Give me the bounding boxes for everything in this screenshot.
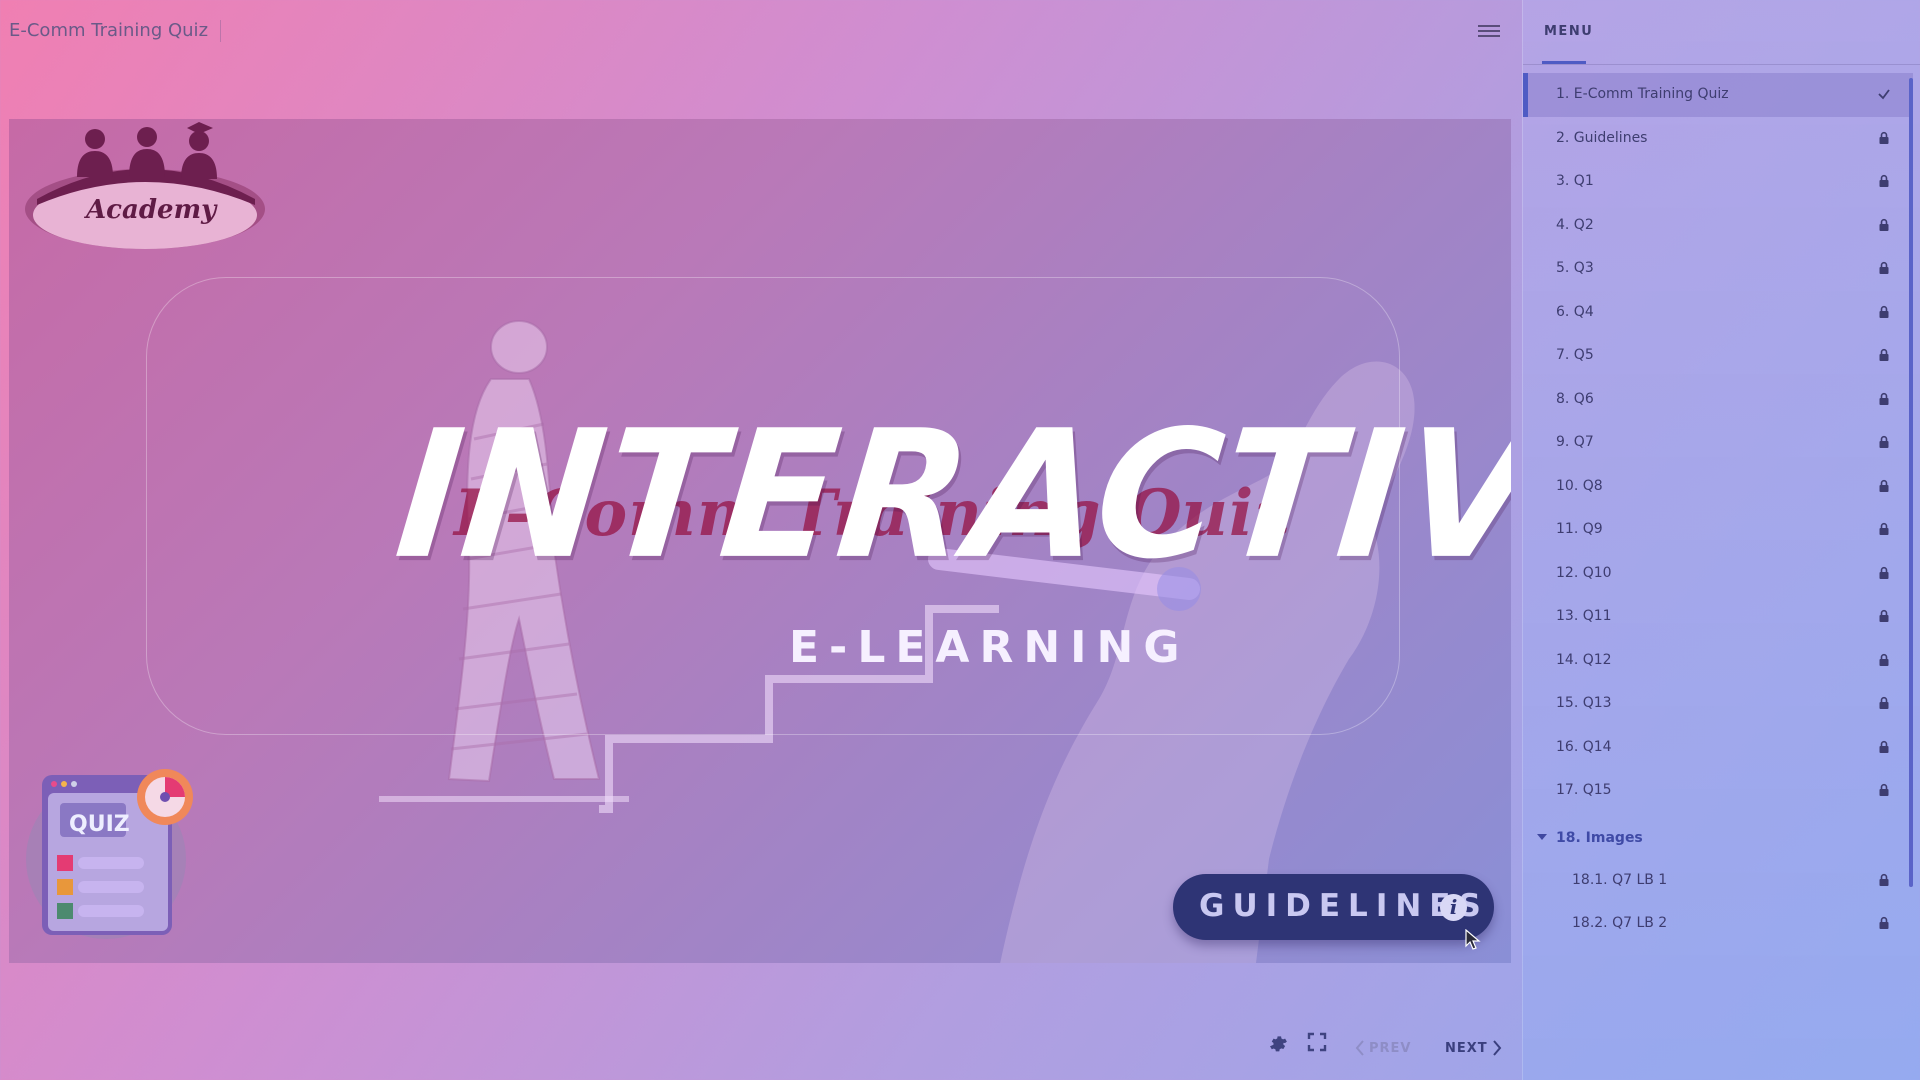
menu-list: 1. E-Comm Training Quiz 2. Guidelines 3. Q… (1523, 73, 1913, 946)
menu-item[interactable]: 12. Q10 (1523, 552, 1913, 596)
menu-item[interactable]: 18.2. Q7 LB 2 (1523, 902, 1913, 946)
lock-icon (1877, 915, 1891, 929)
academy-logo: Academy (17, 119, 267, 254)
lock-icon (1877, 347, 1891, 361)
menu-item[interactable]: 4. Q2 (1523, 204, 1913, 248)
menu-item[interactable]: 17. Q15 (1523, 769, 1913, 813)
lock-icon (1877, 565, 1891, 579)
lock-icon (1877, 173, 1891, 187)
lock-icon (1877, 434, 1891, 448)
menu-item-label: 17. Q15 (1556, 782, 1612, 798)
quiz-badge-label: QUIZ (69, 812, 130, 837)
chevron-right-icon (1492, 1040, 1501, 1056)
menu-item-label: 14. Q12 (1556, 651, 1612, 668)
lock-icon (1877, 521, 1891, 535)
next-button[interactable]: NEXT (1445, 1040, 1502, 1056)
app-title: E-Comm Training Quiz (9, 20, 222, 42)
logo-text: Academy (86, 195, 217, 225)
menu-item-label: 2. Guidelines (1556, 129, 1648, 146)
caret-down-icon (1537, 833, 1547, 840)
chevron-left-icon (1355, 1040, 1364, 1056)
menu-item-label: 1. E-Comm Training Quiz (1556, 86, 1729, 102)
lock-icon (1877, 652, 1891, 666)
menu-item[interactable]: 10. Q8 (1523, 465, 1913, 509)
menu-item-label: 5. Q3 (1556, 260, 1594, 276)
menu-item-label: 10. Q8 (1556, 477, 1603, 494)
info-icon: i (1440, 894, 1467, 921)
menu-sidebar: MENU 1. E-Comm Training Quiz 2. Guideline… (1522, 0, 1920, 1080)
menu-item-label: 8. Q6 (1556, 390, 1594, 407)
menu-item-label: 4. Q2 (1556, 216, 1594, 233)
sidebar-scrollbar[interactable] (1909, 78, 1913, 887)
lock-icon (1877, 872, 1891, 886)
menu-item[interactable]: 1. E-Comm Training Quiz (1523, 73, 1913, 117)
menu-item[interactable]: 6. Q4 (1523, 291, 1913, 335)
lock-icon (1877, 608, 1891, 622)
menu-item-label: 3. Q1 (1556, 173, 1594, 189)
lock-icon (1877, 260, 1891, 274)
menu-icon[interactable] (1478, 22, 1500, 40)
menu-item-label: 13. Q11 (1556, 608, 1612, 624)
lock-icon (1877, 782, 1891, 796)
menu-item-label: 9. Q7 (1556, 434, 1594, 450)
menu-item-label: 16. Q14 (1556, 738, 1612, 755)
top-bar: E-Comm Training Quiz (0, 0, 1522, 62)
menu-title: MENU (1544, 24, 1594, 39)
menu-header: MENU (1523, 0, 1920, 65)
menu-item[interactable]: 2. Guidelines (1523, 117, 1913, 161)
menu-item[interactable]: 3. Q1 (1523, 160, 1913, 204)
lock-icon (1877, 695, 1891, 709)
menu-item[interactable]: 13. Q11 (1523, 595, 1913, 639)
menu-item-label: 15. Q13 (1556, 695, 1612, 711)
menu-item[interactable]: 14. Q12 (1523, 639, 1913, 683)
menu-item-label: 18.1. Q7 LB 1 (1572, 871, 1668, 888)
menu-item[interactable]: 11. Q9 (1523, 508, 1913, 552)
menu-item-label: 12. Q10 (1556, 564, 1612, 581)
menu-item[interactable]: 15. Q13 (1523, 682, 1913, 726)
menu-item-label: 18.2. Q7 LB 2 (1572, 915, 1668, 931)
menu-item[interactable]: 18.1. Q7 LB 1 (1523, 859, 1913, 903)
quiz-illustration: QUIZ (24, 767, 204, 942)
menu-item-label: 7. Q5 (1556, 347, 1594, 363)
gear-icon[interactable] (1267, 1032, 1289, 1054)
check-icon (1877, 86, 1891, 100)
lock-icon (1877, 478, 1891, 492)
menu-item[interactable]: 5. Q3 (1523, 247, 1913, 291)
lock-icon (1877, 217, 1891, 231)
menu-tab-indicator (1542, 61, 1586, 64)
menu-item[interactable]: 16. Q14 (1523, 726, 1913, 770)
lock-icon (1877, 130, 1891, 144)
next-label: NEXT (1445, 1040, 1488, 1056)
fullscreen-icon[interactable] (1307, 1032, 1327, 1052)
slide-canvas: E-Comm Training Quiz Academy INTERACTIVE… (9, 119, 1511, 963)
prev-button[interactable]: PREV (1355, 1040, 1411, 1056)
subtitle: E-LEARNING (789, 622, 1190, 673)
menu-group-images[interactable]: 18. Images (1523, 818, 1913, 859)
lock-icon (1877, 391, 1891, 405)
main-title: INTERACTIVE - QUIZ (388, 392, 1511, 598)
guidelines-button[interactable]: GUIDELINES i (1173, 874, 1494, 940)
menu-item-label: 11. Q9 (1556, 521, 1603, 537)
menu-item[interactable]: 9. Q7 (1523, 421, 1913, 465)
menu-group-label: 18. Images (1556, 829, 1643, 846)
lock-icon (1877, 304, 1891, 318)
prev-label: PREV (1369, 1040, 1412, 1056)
menu-item-label: 6. Q4 (1556, 303, 1594, 320)
menu-item[interactable]: 7. Q5 (1523, 334, 1913, 378)
mouse-cursor-icon (1465, 929, 1481, 950)
lock-icon (1877, 739, 1891, 753)
menu-item[interactable]: 8. Q6 (1523, 378, 1913, 422)
